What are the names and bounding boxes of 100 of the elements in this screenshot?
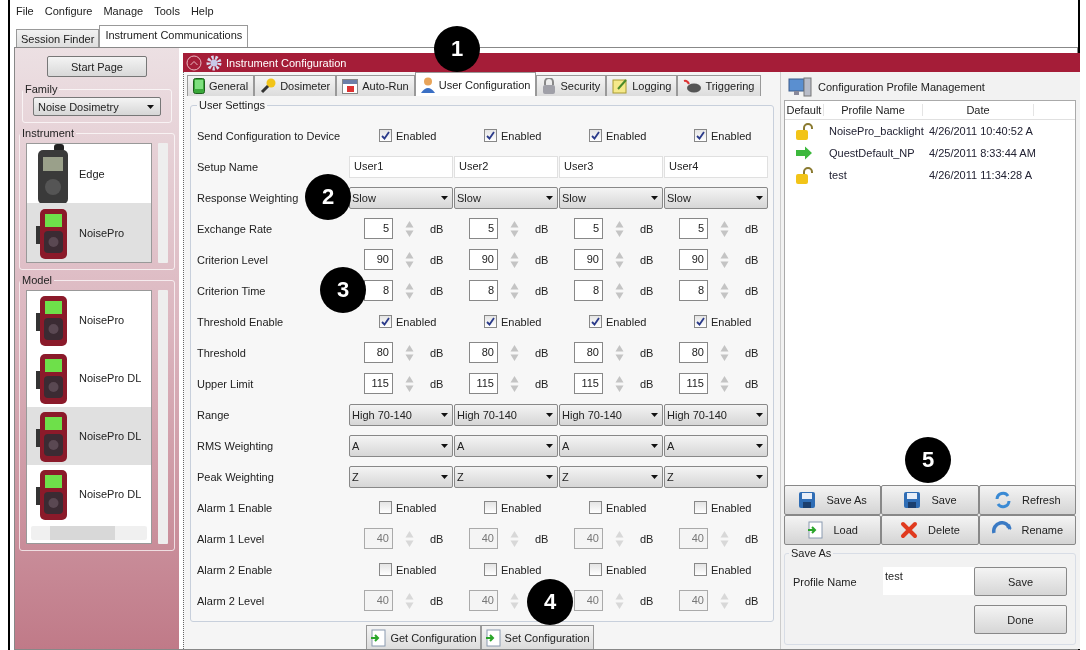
spinner-icon[interactable] xyxy=(615,591,624,610)
configuration-button[interactable]: Set Configuration xyxy=(480,625,594,649)
number-field[interactable]: 5 xyxy=(679,218,708,239)
spinner-icon[interactable] xyxy=(615,250,624,269)
column-header[interactable]: Profile Name xyxy=(824,104,923,116)
checkbox[interactable] xyxy=(589,129,602,142)
spinner-icon[interactable] xyxy=(615,343,624,362)
tab[interactable]: Dosimeter xyxy=(254,75,337,96)
instrument-item[interactable]: NoisePro xyxy=(27,203,151,262)
number-field[interactable]: 90 xyxy=(679,249,708,270)
spinner-icon[interactable] xyxy=(510,281,519,300)
model-item[interactable]: NoisePro DL xyxy=(27,407,151,465)
number-field[interactable]: 90 xyxy=(469,249,498,270)
spinner-icon[interactable] xyxy=(510,591,519,610)
checkbox[interactable] xyxy=(694,129,707,142)
number-field[interactable]: 90 xyxy=(364,249,393,270)
profile-name-field[interactable]: test xyxy=(883,567,974,595)
spinner-icon[interactable] xyxy=(405,374,414,393)
profile-button[interactable]: Save As xyxy=(784,485,882,515)
dropdown[interactable]: Z xyxy=(454,465,558,488)
number-field[interactable]: 115 xyxy=(469,373,498,394)
text-field[interactable]: User3 xyxy=(559,155,663,178)
number-field[interactable]: 8 xyxy=(574,280,603,301)
number-field[interactable]: 80 xyxy=(469,342,498,363)
dropdown[interactable]: A xyxy=(559,434,663,457)
text-field[interactable]: User2 xyxy=(454,155,558,178)
number-field[interactable]: 5 xyxy=(574,218,603,239)
number-field[interactable]: 90 xyxy=(574,249,603,270)
dropdown[interactable]: Z xyxy=(559,465,663,488)
text-field[interactable]: User1 xyxy=(349,155,453,178)
profile-button[interactable]: Rename xyxy=(978,515,1076,545)
spinner-icon[interactable] xyxy=(510,250,519,269)
profile-row[interactable]: QuestDefault_NP 4/25/2011 8:33:44 AM xyxy=(785,142,1075,164)
profile-button[interactable]: Save xyxy=(881,485,979,515)
spinner-icon[interactable] xyxy=(720,591,729,610)
checkbox[interactable] xyxy=(379,563,392,576)
number-field[interactable]: 80 xyxy=(574,342,603,363)
dropdown[interactable]: Slow xyxy=(664,186,768,209)
number-field[interactable]: 5 xyxy=(469,218,498,239)
number-field[interactable]: 8 xyxy=(364,280,393,301)
checkbox[interactable] xyxy=(589,563,602,576)
spinner-icon[interactable] xyxy=(720,219,729,238)
spinner-icon[interactable] xyxy=(405,591,414,610)
profile-button[interactable]: Load xyxy=(784,515,882,545)
dropdown[interactable]: High 70-140 xyxy=(349,403,453,426)
spinner-icon[interactable] xyxy=(405,343,414,362)
number-field[interactable]: 80 xyxy=(364,342,393,363)
number-field[interactable]: 115 xyxy=(574,373,603,394)
tab[interactable]: Auto-Run xyxy=(336,75,415,96)
profile-row[interactable]: NoisePro_backlight 4/26/2011 10:40:52 A xyxy=(785,120,1075,142)
checkbox[interactable] xyxy=(484,501,497,514)
tab[interactable]: Security xyxy=(536,75,607,96)
spinner-icon[interactable] xyxy=(720,529,729,548)
checkbox[interactable] xyxy=(484,563,497,576)
checkbox[interactable] xyxy=(589,501,602,514)
spinner-icon[interactable] xyxy=(720,281,729,300)
dropdown[interactable]: Slow xyxy=(559,186,663,209)
profile-button[interactable]: Refresh xyxy=(978,485,1076,515)
menu-item[interactable]: Manage xyxy=(103,5,144,17)
checkbox[interactable] xyxy=(379,501,392,514)
text-field[interactable]: User4 xyxy=(664,155,768,178)
configuration-button[interactable]: Get Configuration xyxy=(366,625,481,649)
spinner-icon[interactable] xyxy=(615,374,624,393)
menu-item[interactable]: Help xyxy=(190,5,214,17)
checkbox[interactable] xyxy=(379,315,392,328)
number-field[interactable]: 115 xyxy=(679,373,708,394)
dropdown[interactable]: Slow xyxy=(454,186,558,209)
number-field[interactable]: 8 xyxy=(679,280,708,301)
tab[interactable]: User Configuration xyxy=(414,72,537,96)
column-header[interactable]: Default xyxy=(785,104,824,116)
model-item[interactable]: NoisePro DL xyxy=(27,465,151,523)
checkbox[interactable] xyxy=(379,129,392,142)
spinner-icon[interactable] xyxy=(615,281,624,300)
spinner-icon[interactable] xyxy=(510,343,519,362)
number-field[interactable]: 115 xyxy=(364,373,393,394)
checkbox[interactable] xyxy=(694,501,707,514)
menu-item[interactable]: Configure xyxy=(44,5,93,17)
spinner-icon[interactable] xyxy=(510,529,519,548)
spinner-icon[interactable] xyxy=(510,219,519,238)
tab[interactable]: Logging xyxy=(606,75,678,96)
dropdown[interactable]: Z xyxy=(664,465,768,488)
spinner-icon[interactable] xyxy=(720,374,729,393)
number-field[interactable]: 8 xyxy=(469,280,498,301)
dropdown[interactable]: High 70-140 xyxy=(664,403,768,426)
dropdown[interactable]: Z xyxy=(349,465,453,488)
dropdown[interactable]: A xyxy=(454,434,558,457)
tab[interactable]: General xyxy=(187,75,255,96)
spinner-icon[interactable] xyxy=(405,529,414,548)
spinner-icon[interactable] xyxy=(405,219,414,238)
tab[interactable]: Triggering xyxy=(677,75,761,96)
checkbox[interactable] xyxy=(484,315,497,328)
spinner-icon[interactable] xyxy=(720,250,729,269)
spinner-icon[interactable] xyxy=(405,281,414,300)
done-button[interactable]: Done xyxy=(974,605,1067,634)
dropdown[interactable]: A xyxy=(664,434,768,457)
model-item[interactable]: NoisePro xyxy=(27,291,151,349)
spinner-icon[interactable] xyxy=(510,374,519,393)
menu-item[interactable]: File xyxy=(16,5,34,17)
dropdown[interactable]: Slow xyxy=(349,186,453,209)
menu-item[interactable]: Tools xyxy=(154,5,180,17)
